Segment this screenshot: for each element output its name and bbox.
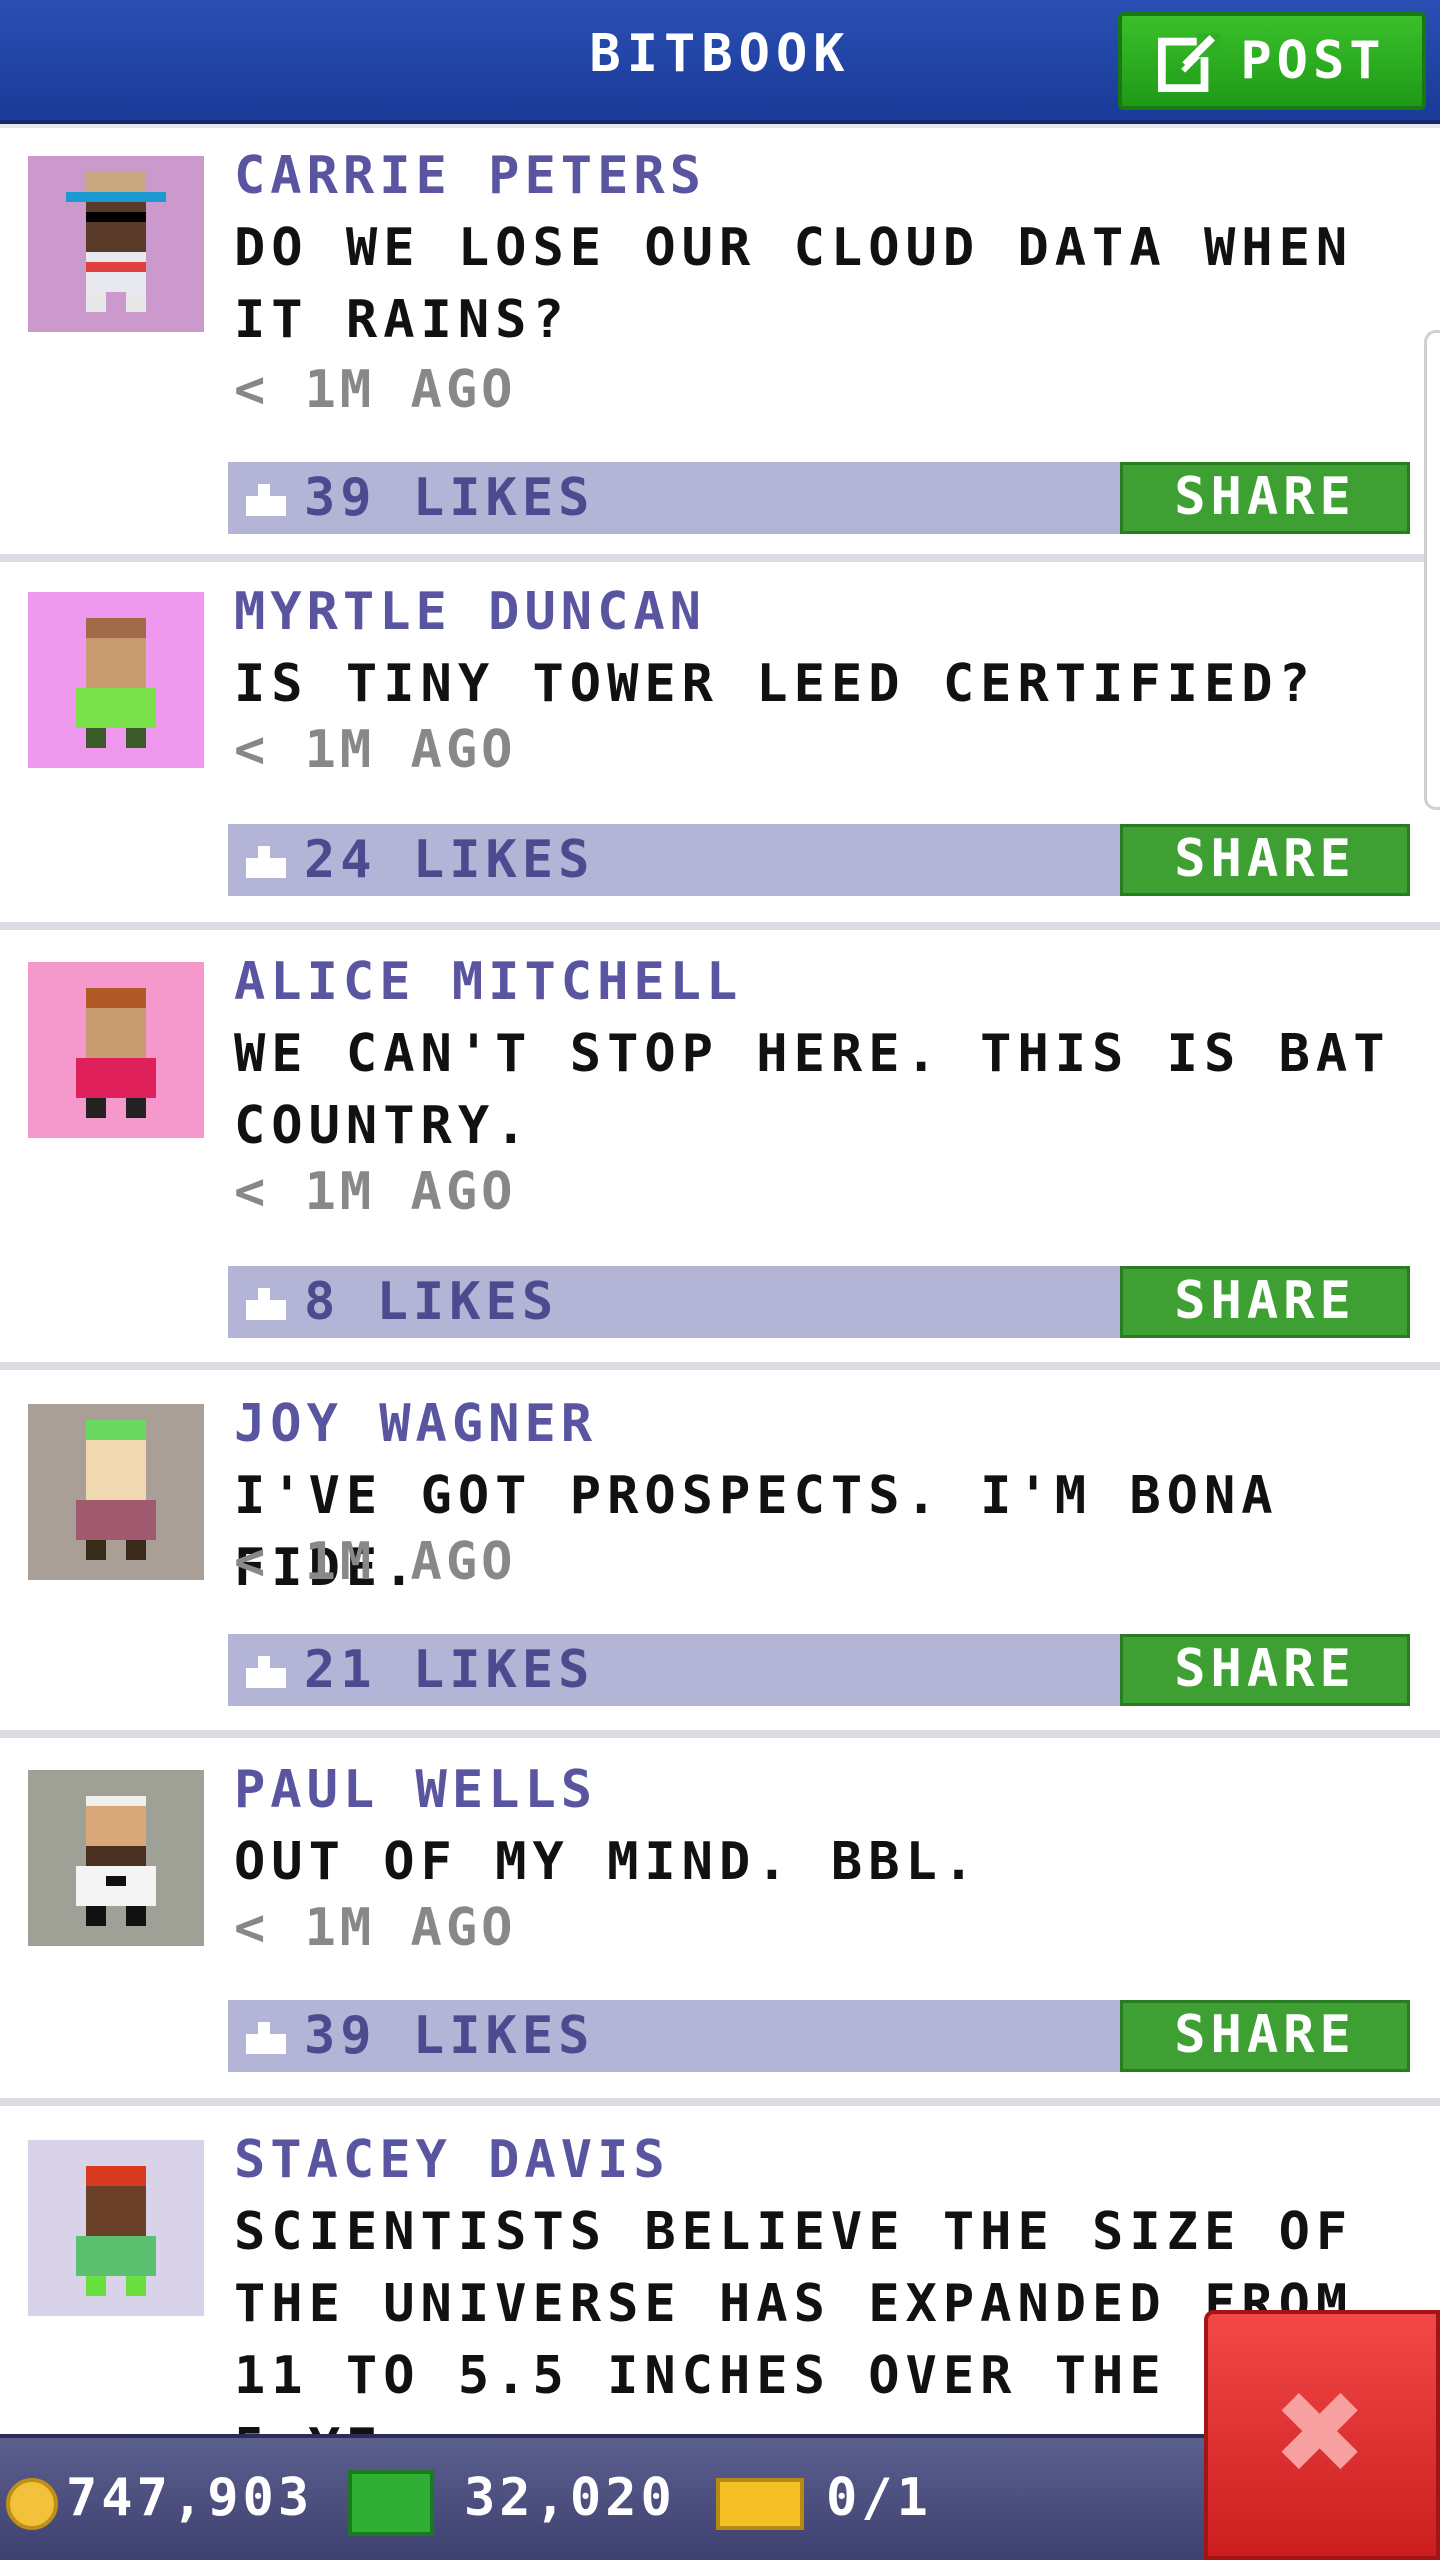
avatar <box>28 592 204 768</box>
post-item: MYRTLE DUNCAN IS TINY TOWER LEED CERTIFI… <box>0 562 1440 930</box>
avatar <box>28 962 204 1138</box>
post-message: OUT OF MY MIND. BBL. <box>234 1832 981 1892</box>
compose-icon <box>1158 33 1221 92</box>
likes-count: 39 LIKES <box>304 2006 595 2066</box>
post-item: ALICE MITCHELL WE CAN'T STOP HERE. THIS … <box>0 930 1440 1370</box>
avatar <box>28 2140 204 2316</box>
avatar <box>28 1404 204 1580</box>
post-author[interactable]: PAUL WELLS <box>234 1760 597 1820</box>
ticket-icon <box>716 2478 804 2530</box>
likes-bar: 39 LIKES SHARE <box>228 2000 1410 2072</box>
likes-bar: 21 LIKES SHARE <box>228 1634 1410 1706</box>
coins-count: 747,903 <box>66 2468 314 2528</box>
thumbs-up-icon[interactable] <box>246 1284 286 1320</box>
post-item: CARRIE PETERS DO WE LOSE OUR CLOUD DATA … <box>0 128 1440 562</box>
coin-icon <box>6 2478 58 2530</box>
post-button-label: POST <box>1240 31 1386 91</box>
avatar <box>28 156 204 332</box>
likes-count: 39 LIKES <box>304 468 595 528</box>
avatar-character-icon <box>76 2166 156 2296</box>
likes-bar: 8 LIKES SHARE <box>228 1266 1410 1338</box>
likes-count: 8 LIKES <box>304 1272 559 1332</box>
post-author[interactable]: JOY WAGNER <box>234 1394 597 1454</box>
bux-icon <box>348 2470 434 2536</box>
avatar-character-icon <box>66 172 166 312</box>
post-item: JOY WAGNER I'VE GOT PROSPECTS. I'M BONA … <box>0 1370 1440 1738</box>
thumbs-up-icon[interactable] <box>246 2018 286 2054</box>
tickets-count: 0/1 <box>826 2468 932 2528</box>
post-author[interactable]: MYRTLE DUNCAN <box>234 582 706 642</box>
close-icon: ✖ <box>1276 2345 1368 2519</box>
avatar-character-icon <box>76 1796 156 1926</box>
post-timestamp: < 1M AGO <box>234 720 517 780</box>
share-button[interactable]: SHARE <box>1120 1266 1410 1338</box>
post-message: IS TINY TOWER LEED CERTIFIED? <box>234 654 1316 714</box>
thumbs-up-icon[interactable] <box>246 1652 286 1688</box>
share-button[interactable]: SHARE <box>1120 462 1410 534</box>
post-author[interactable]: STACEY DAVIS <box>234 2130 670 2190</box>
likes-bar: 24 LIKES SHARE <box>228 824 1410 896</box>
post-message: WE CAN'T STOP HERE. THIS IS BAT COUNTRY. <box>234 1024 1391 1156</box>
thumbs-up-icon[interactable] <box>246 480 286 516</box>
close-button[interactable]: ✖ <box>1204 2310 1440 2560</box>
bux-count: 32,020 <box>464 2468 676 2528</box>
post-timestamp: < 1M AGO <box>234 1532 517 1592</box>
app-header: BITBOOK POST <box>0 0 1440 124</box>
likes-count: 24 LIKES <box>304 830 595 890</box>
avatar-character-icon <box>76 618 156 748</box>
thumbs-up-icon[interactable] <box>246 842 286 878</box>
avatar-character-icon <box>76 988 156 1118</box>
share-button[interactable]: SHARE <box>1120 824 1410 896</box>
post-author[interactable]: ALICE MITCHELL <box>234 952 742 1012</box>
avatar <box>28 1770 204 1946</box>
post-timestamp: < 1M AGO <box>234 1162 517 1222</box>
share-button[interactable]: SHARE <box>1120 1634 1410 1706</box>
likes-bar: 39 LIKES SHARE <box>228 462 1410 534</box>
avatar-character-icon <box>76 1420 156 1560</box>
scrollbar[interactable] <box>1424 330 1440 810</box>
share-button[interactable]: SHARE <box>1120 2000 1410 2072</box>
post-button[interactable]: POST <box>1118 12 1426 110</box>
post-message: DO WE LOSE OUR CLOUD DATA WHEN IT RAINS? <box>234 218 1354 350</box>
likes-count: 21 LIKES <box>304 1640 595 1700</box>
post-item: PAUL WELLS OUT OF MY MIND. BBL. < 1M AGO… <box>0 1738 1440 2106</box>
post-author[interactable]: CARRIE PETERS <box>234 146 706 206</box>
post-timestamp: < 1M AGO <box>234 1898 517 1958</box>
post-timestamp: < 1M AGO <box>234 360 517 420</box>
